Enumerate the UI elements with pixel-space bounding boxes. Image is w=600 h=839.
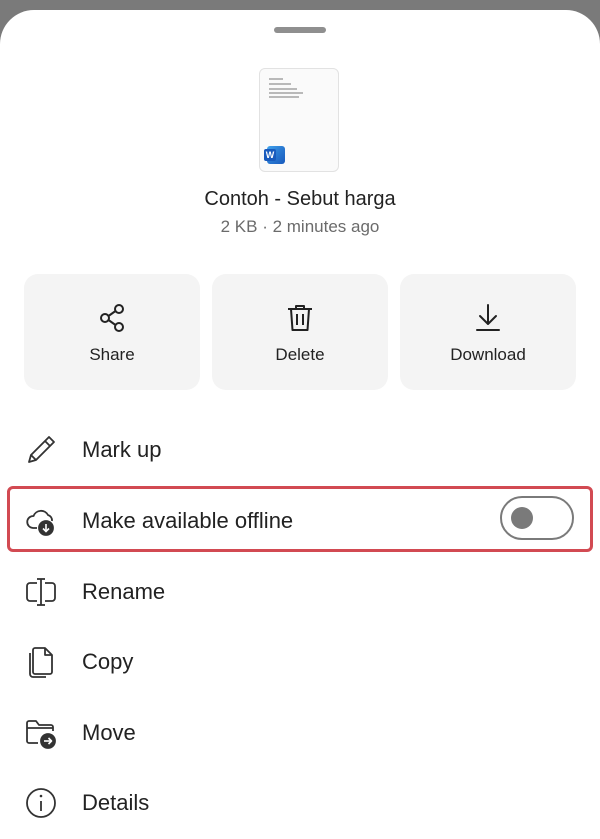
share-button[interactable]: Share: [24, 274, 200, 390]
share-label: Share: [89, 345, 135, 364]
word-icon: W: [264, 146, 285, 164]
info-icon: [24, 786, 58, 820]
menu-item-details[interactable]: Details: [0, 773, 600, 833]
menu-item-label: Rename: [82, 579, 166, 604]
menu-item-mark-up[interactable]: Mark up: [0, 420, 600, 480]
bottom-sheet: W Contoh - Sebut harga 2 KB · 2 minutes …: [0, 10, 600, 839]
copy-icon: [24, 645, 58, 679]
rename-icon: [24, 575, 58, 609]
download-label: Download: [450, 345, 526, 364]
menu-item-label: Mark up: [82, 437, 162, 462]
file-thumbnail: W: [259, 68, 339, 172]
file-name: Contoh - Sebut harga: [204, 188, 396, 210]
drag-handle[interactable]: [274, 27, 326, 33]
menu-item-move[interactable]: Move: [0, 703, 600, 763]
trash-icon: [284, 302, 316, 334]
menu-item-rename[interactable]: Rename: [0, 562, 600, 622]
delete-label: Delete: [275, 345, 325, 364]
menu-item-copy[interactable]: Copy: [0, 632, 600, 692]
menu-item-label: Details: [82, 790, 150, 815]
delete-button[interactable]: Delete: [212, 274, 388, 390]
file-meta: 2 KB · 2 minutes ago: [220, 217, 380, 236]
menu-item-label: Move: [82, 720, 136, 745]
share-icon: [96, 302, 128, 334]
menu-item-label: Copy: [82, 649, 134, 674]
offline-toggle[interactable]: [500, 496, 574, 540]
download-icon: [472, 302, 504, 334]
download-button[interactable]: Download: [400, 274, 576, 390]
word-icon-letter: W: [264, 149, 276, 161]
folder-move-icon: [24, 716, 58, 750]
pencil-icon: [24, 433, 58, 467]
toggle-knob: [511, 507, 533, 529]
